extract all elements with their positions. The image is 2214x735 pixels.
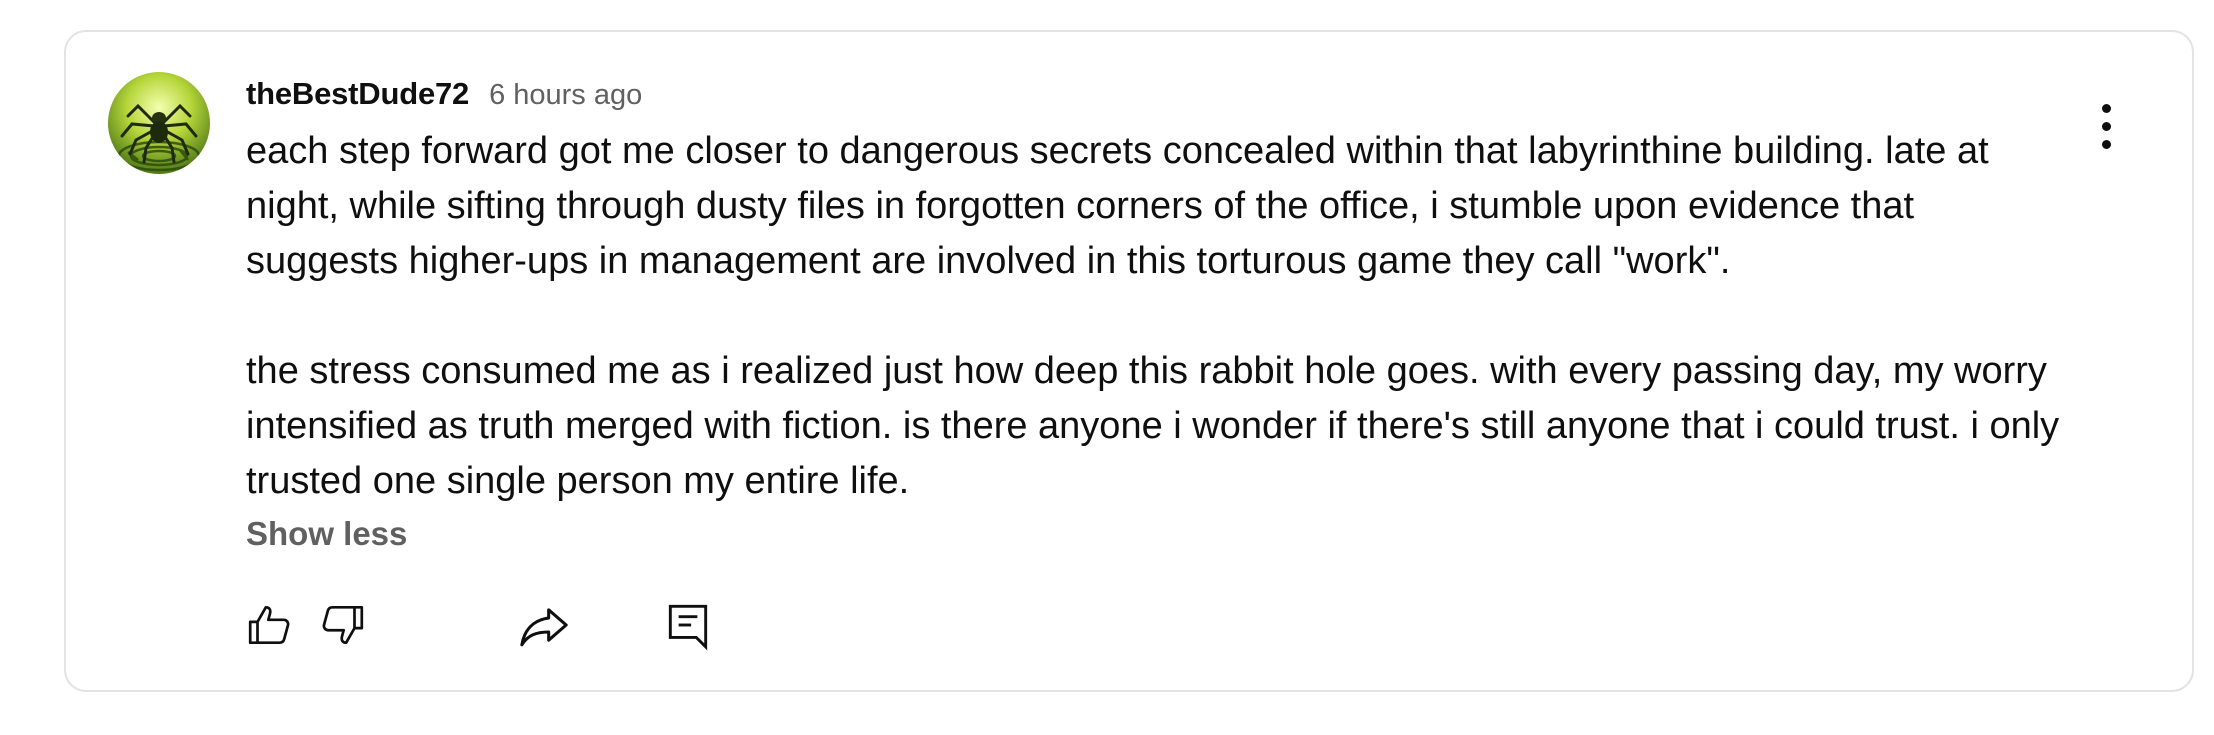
more-vertical-icon bbox=[2101, 103, 2111, 113]
dislike-button[interactable] bbox=[312, 595, 372, 655]
spider-maze-avatar-icon bbox=[108, 72, 210, 174]
reply-button[interactable] bbox=[658, 595, 718, 655]
comment-timestamp[interactable]: 6 hours ago bbox=[489, 79, 642, 112]
comment-text: each step forward got me closer to dange… bbox=[246, 124, 2066, 509]
comment-actions bbox=[246, 595, 846, 655]
share-arrow-icon bbox=[520, 608, 568, 647]
avatar[interactable] bbox=[108, 72, 210, 174]
thumbs-down-icon bbox=[322, 605, 364, 645]
more-vertical-icon-dot bbox=[2101, 121, 2111, 131]
comment-paragraph: each step forward got me closer to dange… bbox=[246, 130, 1989, 282]
reply-comment-icon bbox=[668, 604, 708, 651]
show-less-button[interactable]: Show less bbox=[246, 515, 407, 553]
comment-paragraph: the stress consumed me as i realized jus… bbox=[246, 350, 2060, 502]
thumbs-up-icon bbox=[248, 605, 290, 645]
like-button[interactable] bbox=[240, 595, 300, 655]
more-vertical-icon-dot bbox=[2101, 139, 2111, 149]
comment-card: theBestDude72 6 hours ago each step forw… bbox=[64, 30, 2194, 692]
comment-content: theBestDude72 6 hours ago each step forw… bbox=[246, 76, 2096, 553]
comment-header: theBestDude72 6 hours ago bbox=[246, 76, 2096, 120]
author-name[interactable]: theBestDude72 bbox=[246, 76, 469, 112]
share-button[interactable] bbox=[514, 595, 574, 655]
